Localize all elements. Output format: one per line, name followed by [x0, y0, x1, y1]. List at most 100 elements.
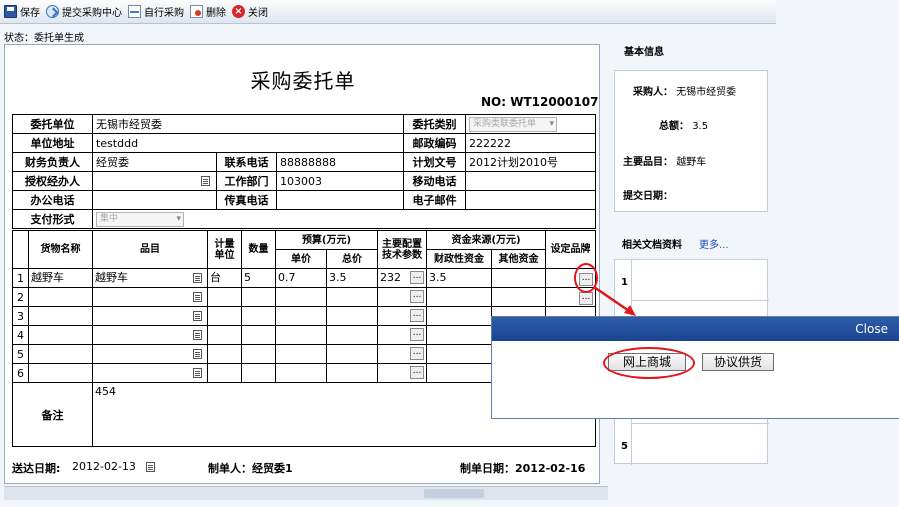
goods-fiscal-cell[interactable] [426, 344, 493, 364]
goods-price-cell[interactable] [275, 306, 327, 326]
cell-content: 台 [210, 270, 239, 287]
goods-total-cell[interactable]: 3.5 [325, 268, 379, 288]
edit-doc-icon [128, 5, 141, 18]
goods-item-cell[interactable] [92, 306, 208, 326]
client-value[interactable]: 无锡市经贸委 [91, 114, 405, 134]
goods-spec-cell[interactable]: ... [377, 363, 428, 383]
goods-fiscal-cell[interactable] [426, 287, 493, 307]
calendar-icon[interactable] [146, 462, 155, 472]
goods-price-cell[interactable] [275, 287, 327, 307]
goods-unit-cell[interactable] [207, 287, 242, 307]
item-picker-icon[interactable] [193, 368, 202, 378]
goods-total-cell[interactable] [325, 325, 379, 345]
goods-qty-cell[interactable] [241, 287, 276, 307]
submit-center-button[interactable]: 提交采购中心 [46, 4, 122, 19]
plan-no-value[interactable]: 2012计划2010号 [465, 152, 597, 172]
goods-qty-cell[interactable] [241, 325, 276, 345]
note-edit-icon[interactable] [201, 176, 210, 186]
goods-price-cell[interactable] [275, 344, 327, 364]
goods-total-cell[interactable] [325, 287, 379, 307]
more-link[interactable]: 更多... [699, 236, 729, 251]
goods-total-cell[interactable] [325, 306, 379, 326]
finance-head-value[interactable]: 经贸委 [92, 152, 217, 172]
goods-spec-cell[interactable]: ... [377, 306, 428, 326]
goods-fiscal-cell[interactable]: 3.5 [426, 268, 493, 288]
buyer-label: 采购人： [633, 87, 673, 98]
goods-fiscal-cell[interactable] [426, 363, 493, 383]
spec-edit-button[interactable]: ... [410, 366, 425, 379]
goods-price-cell[interactable]: 0.7 [275, 268, 327, 288]
payment-select[interactable]: 集中 [96, 211, 184, 227]
goods-fiscal-cell[interactable] [426, 306, 493, 326]
spec-edit-button[interactable]: ... [410, 271, 425, 284]
mobile-label: 移动电话 [403, 171, 467, 191]
cell-content [278, 365, 324, 382]
status-text: 状态：委托单生成 [4, 33, 84, 44]
goods-spec-cell[interactable]: ... [377, 344, 428, 364]
goods-qty-cell[interactable] [241, 363, 276, 383]
spec-edit-button[interactable]: ... [410, 347, 425, 360]
spec-edit-button[interactable]: ... [410, 290, 425, 303]
payment-label: 支付形式 [12, 209, 93, 229]
item-picker-icon[interactable] [193, 349, 202, 359]
spec-edit-button[interactable]: ... [410, 309, 425, 322]
goods-unit-cell[interactable]: 台 [207, 268, 242, 288]
address-label: 单位地址 [12, 133, 93, 153]
goods-unit-cell[interactable] [207, 325, 242, 345]
goods-name-cell[interactable] [28, 344, 93, 364]
close-button[interactable]: × 关闭 [232, 4, 268, 19]
goods-spec-cell[interactable]: ... [377, 325, 428, 345]
delete-button[interactable]: 删除 [190, 4, 226, 19]
item-picker-icon[interactable] [193, 292, 202, 302]
address-value[interactable]: testddd [91, 133, 405, 153]
popup-close-button[interactable]: Close [855, 322, 888, 336]
cell-content [329, 289, 375, 306]
goods-name-cell[interactable] [28, 306, 93, 326]
goods-qty-cell[interactable] [241, 306, 276, 326]
department-value[interactable]: 103003 [275, 171, 405, 191]
scroll-thumb[interactable] [424, 489, 484, 498]
mobile-value[interactable] [465, 171, 597, 191]
goods-price-cell[interactable] [275, 325, 327, 345]
goods-qty-cell[interactable]: 5 [241, 268, 276, 288]
goods-name-cell[interactable] [28, 287, 93, 307]
save-button[interactable]: 保存 [4, 4, 40, 19]
goods-price-cell[interactable] [275, 363, 327, 383]
docs-title: 相关文档资料 [622, 240, 682, 251]
email-value[interactable] [465, 190, 597, 210]
item-picker-icon[interactable] [193, 330, 202, 340]
goods-name-cell[interactable] [28, 325, 93, 345]
goods-name-cell[interactable]: 越野车 [28, 268, 93, 288]
cell-content [494, 270, 543, 287]
spec-edit-button[interactable]: ... [410, 328, 425, 341]
category-select[interactable]: 采购类联委托单 [469, 116, 558, 132]
goods-unit-cell[interactable] [207, 344, 242, 364]
goods-item-cell[interactable] [92, 363, 208, 383]
phone-value[interactable]: 88888888 [275, 152, 405, 172]
goods-qty-cell[interactable] [241, 344, 276, 364]
delivery-date[interactable]: 2012-02-13 [72, 460, 136, 473]
fax-value[interactable] [275, 190, 405, 210]
goods-other-cell[interactable] [491, 287, 547, 307]
agreement-supply-button[interactable]: 协议供货 [702, 353, 774, 371]
goods-item-cell[interactable]: 越野车 [92, 268, 208, 288]
item-picker-icon[interactable] [193, 273, 202, 283]
postcode-value[interactable]: 222222 [465, 133, 597, 153]
goods-total-cell[interactable] [325, 363, 379, 383]
goods-unit-cell[interactable] [207, 306, 242, 326]
goods-item-cell[interactable] [92, 287, 208, 307]
goods-unit-cell[interactable] [207, 363, 242, 383]
goods-spec-cell[interactable]: ... [377, 287, 428, 307]
goods-item-cell[interactable] [92, 325, 208, 345]
self-purchase-button[interactable]: 自行采购 [128, 4, 184, 19]
office-phone-value[interactable] [92, 190, 217, 210]
goods-spec-cell[interactable]: 232... [377, 268, 428, 288]
goods-fiscal-cell[interactable] [426, 325, 493, 345]
goods-total-cell[interactable] [325, 344, 379, 364]
goods-item-cell[interactable] [92, 344, 208, 364]
goods-other-cell[interactable] [491, 268, 547, 288]
client-label: 委托单位 [12, 114, 93, 134]
goods-name-cell[interactable] [28, 363, 93, 383]
item-picker-icon[interactable] [193, 311, 202, 321]
agent-value[interactable] [92, 171, 217, 191]
